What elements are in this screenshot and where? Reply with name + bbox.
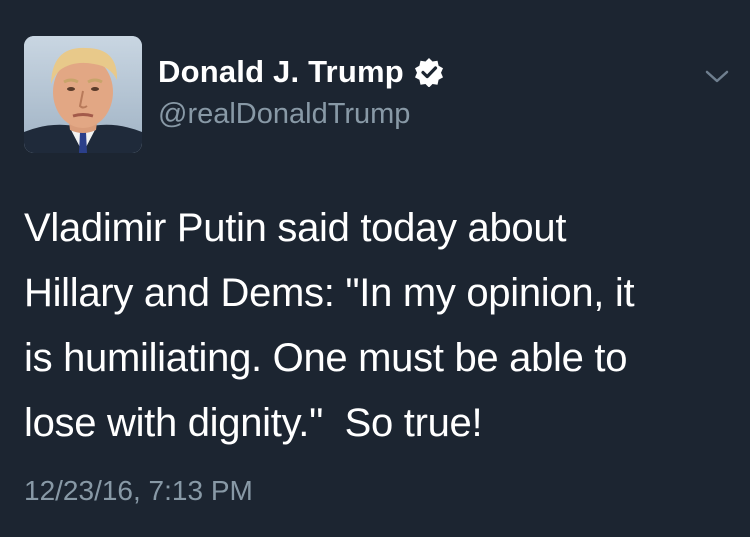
avatar-image (24, 36, 142, 153)
tweet-text: Vladimir Putin said today about Hillary … (24, 206, 635, 445)
author-name-row[interactable]: Donald J. Trump (158, 54, 444, 90)
author-name[interactable]: Donald J. Trump (158, 54, 404, 90)
tweet-card: Donald J. Trump @realDonaldTrump Vladimi… (0, 0, 750, 537)
author-handle[interactable]: @realDonaldTrump (158, 98, 410, 131)
chevron-down-icon[interactable] (702, 66, 732, 88)
tweet-timestamp[interactable]: 12/23/16, 7:13 PM (24, 475, 253, 507)
verified-badge-icon (414, 57, 444, 88)
author-avatar[interactable] (24, 36, 142, 153)
